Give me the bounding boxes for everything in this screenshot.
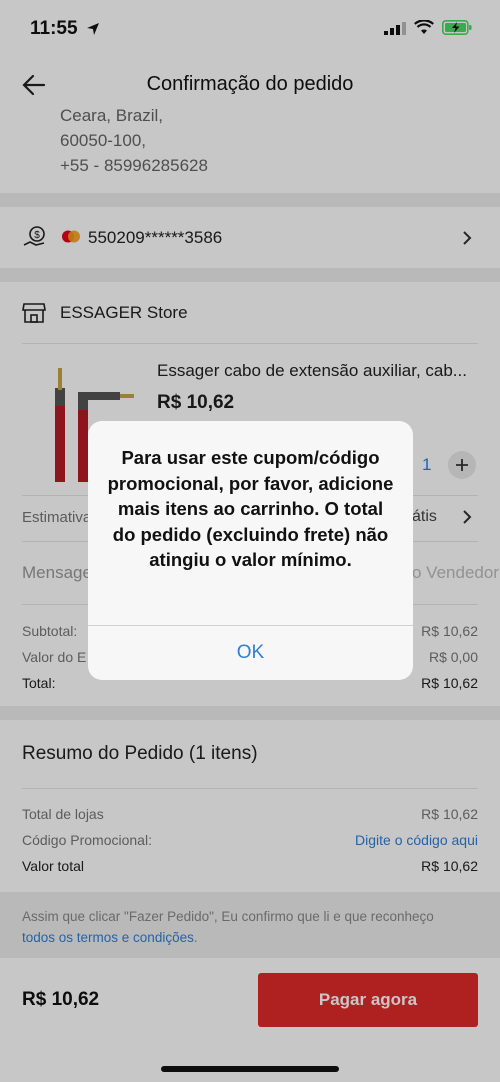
alert-dialog: Para usar este cupom/código promocional,… (88, 421, 413, 680)
alert-message: Para usar este cupom/código promocional,… (107, 447, 394, 570)
alert-ok-button[interactable]: OK (88, 626, 413, 680)
